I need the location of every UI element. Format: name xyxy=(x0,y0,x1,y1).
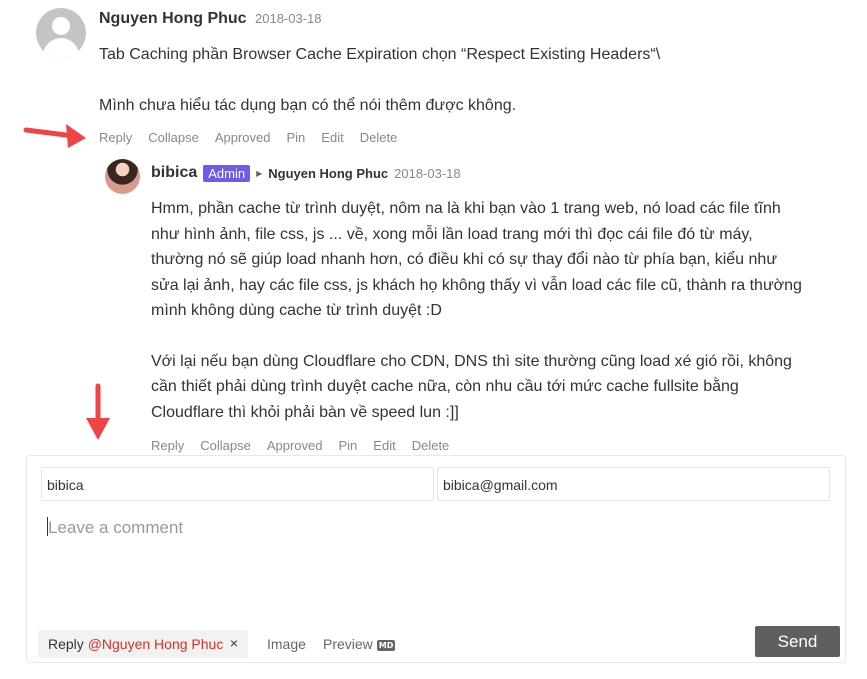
approved-link[interactable]: Approved xyxy=(215,130,271,145)
pin-link[interactable]: Pin xyxy=(287,130,306,145)
delete-link[interactable]: Delete xyxy=(412,438,450,453)
caret-right-icon: ▶ xyxy=(256,168,263,178)
annotation-arrow-down-icon xyxy=(86,383,110,440)
comment-placeholder: Leave a comment xyxy=(48,518,184,537)
reply-line: như hình ảnh, file css, js ... về, xong … xyxy=(151,225,753,243)
comment-actions: Reply Collapse Approved Pin Edit Delete xyxy=(99,130,397,145)
reply-line: sửa lại ảnh, hay các file css, js khách … xyxy=(151,276,802,294)
comment-line: Tab Caching phần Browser Cache Expiratio… xyxy=(99,46,661,63)
reply-line: thường nó sẽ giúp load nhanh hơn, có điề… xyxy=(151,251,778,268)
send-button[interactable]: Send xyxy=(755,626,840,657)
delete-link[interactable]: Delete xyxy=(360,130,398,145)
close-icon[interactable]: × xyxy=(230,635,238,651)
collapse-link[interactable]: Collapse xyxy=(200,438,251,453)
comment-author[interactable]: Nguyen Hong Phuc xyxy=(99,10,247,27)
reply-line: Với lại nếu bạn dùng Cloudflare cho CDN,… xyxy=(151,352,792,370)
collapse-link[interactable]: Collapse xyxy=(148,130,199,145)
reply-mention: @Nguyen Hong Phuc xyxy=(87,636,224,652)
image-button[interactable]: Image xyxy=(267,636,306,652)
reply-line: Hmm, phần cache từ trình duyệt, nôm na l… xyxy=(151,200,781,217)
reply-author[interactable]: bibica xyxy=(151,164,197,182)
avatar-nguyen-hong-phuc xyxy=(36,8,86,58)
reply-actions: Reply Collapse Approved Pin Edit Delete xyxy=(151,438,449,453)
reply-line: Cloudflare thì khỏi phải bàn về speed lu… xyxy=(151,403,459,421)
comment-line: Mình chưa hiểu tác dụng bạn có thể nói t… xyxy=(99,96,517,114)
pin-link[interactable]: Pin xyxy=(339,438,358,453)
comment-form: bibica bibica@gmail.com Leave a comment … xyxy=(26,455,846,663)
reply-date: 2018-03-18 xyxy=(394,165,461,181)
markdown-icon: MD xyxy=(376,640,396,651)
comment-body: Tab Caching phần Browser Cache Expiratio… xyxy=(99,42,839,118)
email-field[interactable]: bibica@gmail.com xyxy=(437,467,830,501)
comment-header: Nguyen Hong Phuc 2018-03-18 xyxy=(99,10,322,28)
preview-button[interactable]: Preview MD xyxy=(323,636,396,652)
reply-line: mình không dùng cache từ trình duyệt :D xyxy=(151,302,442,319)
edit-link[interactable]: Edit xyxy=(321,130,343,145)
reply-body: Hmm, phần cache từ trình duyệt, nôm na l… xyxy=(151,196,851,425)
comment-date: 2018-03-18 xyxy=(255,11,322,26)
annotation-arrow-right-icon xyxy=(23,124,86,148)
comment-textarea[interactable]: Leave a comment xyxy=(47,516,827,616)
edit-link[interactable]: Edit xyxy=(373,438,395,453)
reply-link[interactable]: Reply xyxy=(151,438,184,453)
avatar-bibica xyxy=(105,159,140,194)
reply-to-author[interactable]: Nguyen Hong Phuc xyxy=(268,166,388,181)
name-field[interactable]: bibica xyxy=(41,467,434,501)
reply-link[interactable]: Reply xyxy=(99,130,132,145)
reply-target-chip: Reply @Nguyen Hong Phuc × xyxy=(38,630,248,658)
admin-badge: Admin xyxy=(203,164,251,182)
user-body-icon xyxy=(43,38,79,58)
reply-chip-label: Reply xyxy=(48,636,84,652)
reply-header: bibica Admin ▶ Nguyen Hong Phuc 2018-03-… xyxy=(151,164,461,182)
reply-line: cần thiết phải dùng trình duyệt cache nữ… xyxy=(151,378,739,395)
approved-link[interactable]: Approved xyxy=(267,438,323,453)
preview-label: Preview xyxy=(323,636,373,652)
user-head-icon xyxy=(52,17,70,35)
